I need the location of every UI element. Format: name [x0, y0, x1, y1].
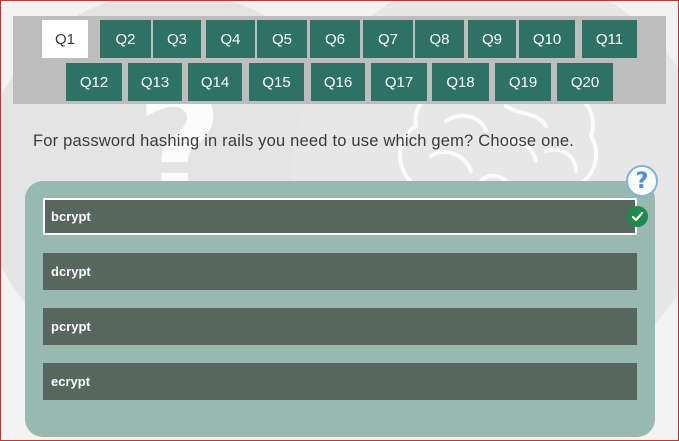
- quiz-frame: ? Q1 Q2 Q3 Q4 Q5 Q6 Q7 Q8 Q9 Q10 Q11 Q12 Q13 Q14 Q15 Q1…: [0, 0, 679, 441]
- option-pcrypt[interactable]: pcrypt: [43, 308, 637, 345]
- question-nav-q14[interactable]: Q14: [188, 63, 242, 101]
- help-icon[interactable]: ?: [626, 165, 658, 197]
- question-nav-q16[interactable]: Q16: [311, 63, 365, 101]
- question-nav-q6[interactable]: Q6: [310, 20, 360, 58]
- question-nav-q1[interactable]: Q1: [42, 20, 88, 58]
- option-ecrypt[interactable]: ecrypt: [43, 363, 637, 400]
- question-nav-q13[interactable]: Q13: [128, 63, 182, 101]
- question-nav-q20[interactable]: Q20: [557, 63, 613, 101]
- question-nav-q3[interactable]: Q3: [153, 20, 201, 58]
- question-nav-q12[interactable]: Q12: [66, 63, 122, 101]
- question-nav-q5[interactable]: Q5: [257, 20, 307, 58]
- question-navigation: Q1 Q2 Q3 Q4 Q5 Q6 Q7 Q8 Q9 Q10 Q11 Q12 Q13 Q14 Q15 Q16 Q…: [13, 16, 666, 104]
- question-nav-q9[interactable]: Q9: [468, 20, 516, 58]
- correct-check-icon: [627, 206, 648, 227]
- question-nav-q17[interactable]: Q17: [371, 63, 427, 101]
- question-nav-q10[interactable]: Q10: [519, 20, 575, 58]
- question-nav-q4[interactable]: Q4: [206, 20, 255, 58]
- option-dcrypt[interactable]: dcrypt: [43, 253, 637, 290]
- question-nav-q7[interactable]: Q7: [363, 20, 413, 58]
- question-nav-q2[interactable]: Q2: [100, 20, 151, 58]
- question-nav-q8[interactable]: Q8: [415, 20, 464, 58]
- question-nav-q11[interactable]: Q11: [582, 20, 637, 58]
- question-nav-q19[interactable]: Q19: [495, 63, 551, 101]
- question-nav-q15[interactable]: Q15: [249, 63, 304, 101]
- question-nav-q18[interactable]: Q18: [432, 63, 489, 101]
- question-text: For password hashing in rails you need t…: [33, 132, 574, 150]
- option-bcrypt[interactable]: bcrypt: [43, 198, 637, 235]
